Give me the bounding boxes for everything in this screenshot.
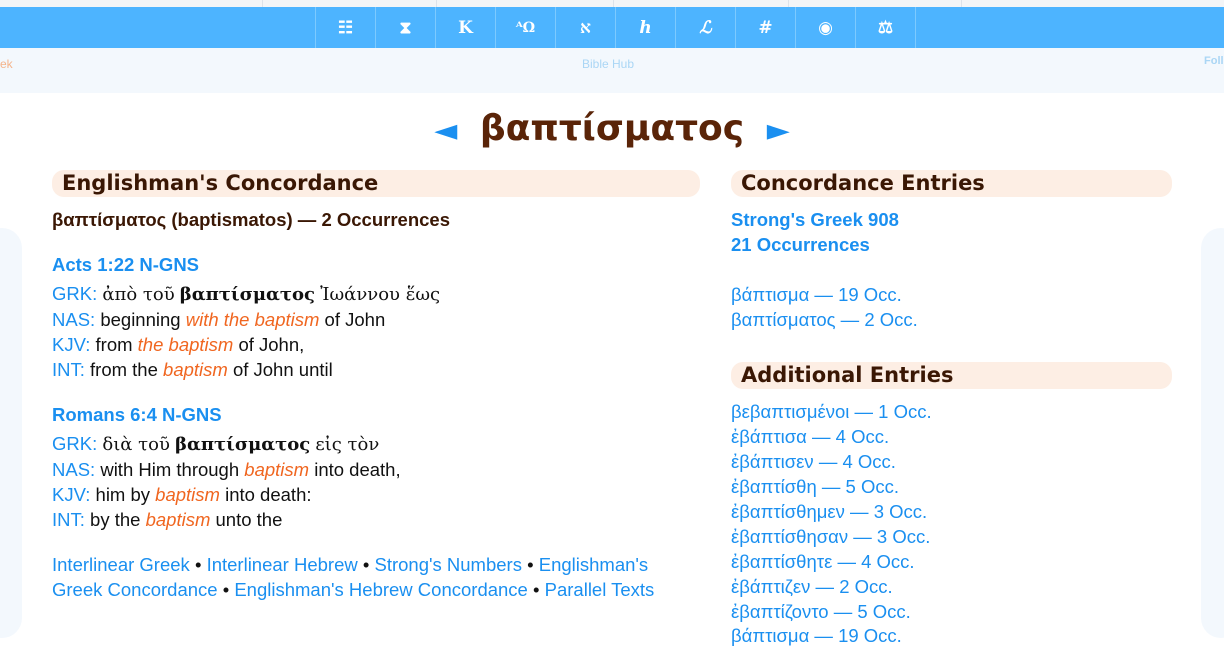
- alpha-omega-icon[interactable]: ᴬΩ: [495, 7, 555, 48]
- hebrew-icon[interactable]: ℎ: [615, 7, 675, 48]
- englishmans-greek-concordance-link[interactable]: Englishman's: [539, 554, 648, 575]
- top-nav-bar: ☷ ⧗ K ᴬΩ א ℎ ℒ # ◉ ⚖: [0, 7, 1224, 48]
- additional-entry-link[interactable]: ἐβαπτίζοντο — 5 Occ.: [731, 601, 911, 623]
- next-word-arrow-icon[interactable]: ►: [767, 113, 790, 148]
- int-line: INT: by the baptism unto the: [52, 509, 283, 530]
- additional-entry-link[interactable]: βάπτισμα — 19 Occ.: [731, 625, 902, 647]
- int-line: INT: from the baptism of John until: [52, 359, 333, 380]
- title-word: βαπτίσματος: [479, 108, 745, 149]
- additional-entry-link[interactable]: βεβαπτισμένοι — 1 Occ.: [731, 401, 932, 423]
- entry-link[interactable]: βαπτίσματος — 2 Occ.: [731, 309, 918, 331]
- aleph-icon[interactable]: א: [555, 7, 615, 48]
- additional-entry-link[interactable]: ἐβάπτισεν — 4 Occ.: [731, 451, 896, 473]
- kappa-icon[interactable]: K: [435, 7, 495, 48]
- englishmans-concordance-heading: Englishman's Concordance: [52, 170, 700, 197]
- additional-entry-link[interactable]: ἐβαπτίσθησαν — 3 Occ.: [731, 526, 930, 548]
- page-title: ◄ βαπτίσματος ►: [0, 108, 1224, 149]
- strongs-greek-link[interactable]: Strong's Greek 908: [731, 209, 899, 231]
- occurrences-count-link[interactable]: 21 Occurrences: [731, 234, 870, 256]
- footer-links-row-2: Greek Concordance • Englishman's Hebrew …: [52, 579, 655, 600]
- hourglass-icon[interactable]: ⧗: [375, 7, 435, 48]
- globe-icon[interactable]: ◉: [795, 7, 855, 48]
- concordance-entries-heading: Concordance Entries: [731, 170, 1172, 197]
- follow-link[interactable]: Foll: [1204, 55, 1224, 67]
- entry-link[interactable]: βάπτισμα — 19 Occ.: [731, 284, 902, 306]
- menu-icon[interactable]: ☷: [315, 7, 375, 48]
- grk-line: GRK: ἀπὸ τοῦ βαπτίσματος Ἰωάννου ἕως: [52, 283, 441, 305]
- nas-line: NAS: beginning with the baptism of John: [52, 309, 386, 330]
- additional-entry-link[interactable]: ἐβαπτίσθημεν — 3 Occ.: [731, 501, 927, 523]
- interlinear-greek-link[interactable]: Interlinear Greek: [52, 554, 190, 575]
- nas-line: NAS: with Him through baptism into death…: [52, 459, 401, 480]
- left-side-panel: [0, 228, 22, 638]
- additional-entry-link[interactable]: ἐβαπτίσθη — 5 Occ.: [731, 476, 899, 498]
- verse-reference-romans[interactable]: Romans 6:4 N-GNS: [52, 404, 222, 426]
- subbar-left-link[interactable]: ek: [0, 57, 13, 71]
- sub-header-bar: ek Bible Hub Foll: [0, 48, 1224, 93]
- scales-icon[interactable]: ⚖: [855, 7, 916, 48]
- right-side-panel: [1201, 228, 1224, 638]
- englishmans-hebrew-concordance-link[interactable]: Englishman's Hebrew Concordance: [234, 579, 528, 600]
- parallel-texts-link[interactable]: Parallel Texts: [545, 579, 655, 600]
- browser-top-strip: [0, 0, 1224, 7]
- additional-entry-link[interactable]: ἐβαπτίσθητε — 4 Occ.: [731, 551, 915, 573]
- site-name-link[interactable]: Bible Hub: [582, 57, 634, 71]
- lexicon-icon[interactable]: ℒ: [675, 7, 735, 48]
- strongs-numbers-link[interactable]: Strong's Numbers: [374, 554, 521, 575]
- additional-entry-link[interactable]: ἐβάπτισα — 4 Occ.: [731, 426, 889, 448]
- kjv-line: KJV: him by baptism into death:: [52, 484, 312, 505]
- kjv-line: KJV: from the baptism of John,: [52, 334, 305, 355]
- additional-entry-link[interactable]: ἐβάπτιζεν — 2 Occ.: [731, 576, 893, 598]
- interlinear-hebrew-link[interactable]: Interlinear Hebrew: [207, 554, 358, 575]
- verse-reference-acts[interactable]: Acts 1:22 N-GNS: [52, 254, 199, 276]
- footer-links-row-1: Interlinear Greek • Interlinear Hebrew •…: [52, 554, 649, 575]
- previous-word-arrow-icon[interactable]: ◄: [434, 113, 457, 148]
- englishmans-greek-concordance-link[interactable]: Greek Concordance: [52, 579, 218, 600]
- number-icon[interactable]: #: [735, 7, 795, 48]
- occurrences-summary: βαπτίσματος (baptismatos) — 2 Occurrence…: [52, 209, 450, 230]
- grk-line: GRK: διὰ τοῦ βαπτίσματος εἰς τὸν: [52, 433, 380, 455]
- additional-entries-heading: Additional Entries: [731, 362, 1172, 389]
